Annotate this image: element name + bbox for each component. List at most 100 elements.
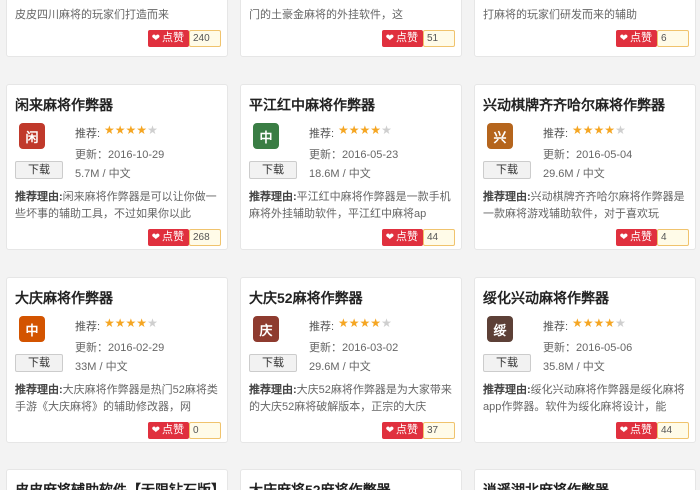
app-title[interactable]: 绥化兴动麻将作弊器 [483,288,609,308]
rating-label: 推荐: [543,128,569,140]
reason-label: 推荐理由: [483,191,531,203]
star-icon: ★ [147,123,158,137]
app-icon[interactable]: 中 [253,123,279,149]
heart-icon: ❤ [151,425,160,436]
app-card: 逍遥湖北麻将作弊器 [474,469,696,490]
rating-label: 推荐: [75,128,101,140]
download-button[interactable]: 下载 [483,354,531,372]
reason-text: 推荐理由:大庆麻将作弊器是热门52麻将类手游《大庆麻将》的辅助修改器，网 [15,384,218,413]
rating-stars: ★★★★★ [104,316,158,330]
star-icon: ★ [359,316,371,330]
heart-icon: ❤ [619,33,628,44]
reason-text: 门的土豪金麻将的外挂软件，这 [249,9,403,21]
star-icon: ★ [147,316,158,330]
app-card: 绥化兴动麻将作弊器绥推荐: ★★★★★ 更新：2016-05-06 下载 35.8M /… [474,277,696,443]
star-icon: ★ [114,123,126,137]
like-count: 44 [423,229,455,246]
heart-icon: ❤ [385,33,394,44]
star-icon: ★ [359,123,371,137]
rating-stars: ★★★★★ [104,123,158,137]
reason-text: 皮皮四川麻将的玩家们打造而来 [15,9,169,21]
file-size: 33M / 中文 [75,361,128,373]
file-size: 29.6M / 中文 [309,361,371,373]
like-count: 37 [423,422,455,439]
like-button[interactable]: ❤ 点赞 [615,422,657,439]
app-card: 兴动棋牌齐齐哈尔麻将作弊器兴推荐: ★★★★★ 更新：2016-05-04 下载 29.… [474,84,696,250]
like-count: 6 [657,30,689,47]
star-icon: ★ [136,316,148,330]
star-icon: ★ [136,123,148,137]
download-button[interactable]: 下载 [483,161,531,179]
download-button[interactable]: 下载 [15,161,63,179]
app-card: 门的土豪金麻将的外挂软件，这 ❤ 点赞 51 [240,0,462,57]
star-icon: ★ [572,123,583,137]
star-icon: ★ [370,123,382,137]
app-title[interactable]: 皮皮麻将辅助软件【无限钻石版】 [15,480,225,490]
reason-label: 推荐理由: [483,384,531,396]
app-title[interactable]: 大庆52麻将作弊器 [249,288,363,308]
like-count: 4 [657,229,689,246]
like-button[interactable]: ❤ 点赞 [615,229,657,246]
star-icon: ★ [104,123,115,137]
download-button[interactable]: 下载 [249,354,297,372]
reason-text: 推荐理由:大庆52麻将作弊器是为大家带来的大庆52麻将破解版本，正宗的大庆 [249,384,452,413]
star-icon: ★ [604,123,616,137]
reason-text: 推荐理由:闲来麻将作弊器是可以让你做一些坏事的辅助工具，不过如果你以此 [15,191,217,220]
app-card: 闲来麻将作弊器闲推荐: ★★★★★ 更新：2016-10-29 下载 5.7M / 中文… [6,84,228,250]
app-card: 大庆52麻将作弊器庆推荐: ★★★★★ 更新：2016-03-02 下载 29.6M /… [240,277,462,443]
app-title[interactable]: 闲来麻将作弊器 [15,95,113,115]
rating-stars: ★★★★★ [338,123,392,137]
heart-icon: ❤ [619,425,628,436]
star-icon: ★ [114,316,126,330]
heart-icon: ❤ [385,232,394,243]
heart-icon: ❤ [619,232,628,243]
star-icon: ★ [615,123,626,137]
app-title[interactable]: 平江红中麻将作弊器 [249,95,375,115]
like-button[interactable]: ❤ 点赞 [381,422,423,439]
app-title[interactable]: 大庆麻将52麻将作弊器 [249,480,391,490]
app-icon[interactable]: 兴 [487,123,513,149]
app-card: 皮皮麻将辅助软件【无限钻石版】 [6,469,228,490]
reason-text: 打麻将的玩家们研发而来的辅助 [483,9,637,21]
download-button[interactable]: 下载 [249,161,297,179]
app-icon[interactable]: 中 [19,316,45,342]
rating-label: 推荐: [543,321,569,333]
update-date: 更新：2016-10-29 [75,149,165,161]
like-count: 240 [189,30,221,47]
like-count: 268 [189,229,221,246]
file-size: 18.6M / 中文 [309,168,371,180]
app-title[interactable]: 兴动棋牌齐齐哈尔麻将作弊器 [483,95,665,115]
app-icon[interactable]: 闲 [19,123,45,149]
rating-label: 推荐: [309,128,335,140]
like-button[interactable]: ❤ 点赞 [147,422,189,439]
like-button[interactable]: ❤ 点赞 [615,30,657,47]
star-icon: ★ [104,316,115,330]
star-icon: ★ [370,316,382,330]
rating-stars: ★★★★★ [338,316,392,330]
like-button[interactable]: ❤ 点赞 [147,229,189,246]
app-card: 打麻将的玩家们研发而来的辅助 ❤ 点赞 6 [474,0,696,57]
heart-icon: ❤ [151,232,160,243]
download-button[interactable]: 下载 [15,354,63,372]
app-title[interactable]: 逍遥湖北麻将作弊器 [483,480,609,490]
like-button[interactable]: ❤ 点赞 [381,229,423,246]
app-icon[interactable]: 绥 [487,316,513,342]
reason-label: 推荐理由: [15,191,63,203]
like-button[interactable]: ❤ 点赞 [381,30,423,47]
app-icon[interactable]: 庆 [253,316,279,342]
like-count: 44 [657,422,689,439]
like-count: 0 [189,422,221,439]
update-date: 更新：2016-05-23 [309,149,399,161]
like-button[interactable]: ❤ 点赞 [147,30,189,47]
star-icon: ★ [593,123,605,137]
like-count: 51 [423,30,455,47]
star-icon: ★ [582,123,594,137]
star-icon: ★ [348,316,360,330]
app-card: 皮皮四川麻将的玩家们打造而来 ❤ 点赞 240 [6,0,228,57]
app-card: 大庆麻将作弊器中推荐: ★★★★★ 更新：2016-02-29 下载 33M / 中文推… [6,277,228,443]
app-title[interactable]: 大庆麻将作弊器 [15,288,113,308]
reason-label: 推荐理由: [249,191,297,203]
star-icon: ★ [348,123,360,137]
file-size: 29.6M / 中文 [543,168,605,180]
heart-icon: ❤ [385,425,394,436]
